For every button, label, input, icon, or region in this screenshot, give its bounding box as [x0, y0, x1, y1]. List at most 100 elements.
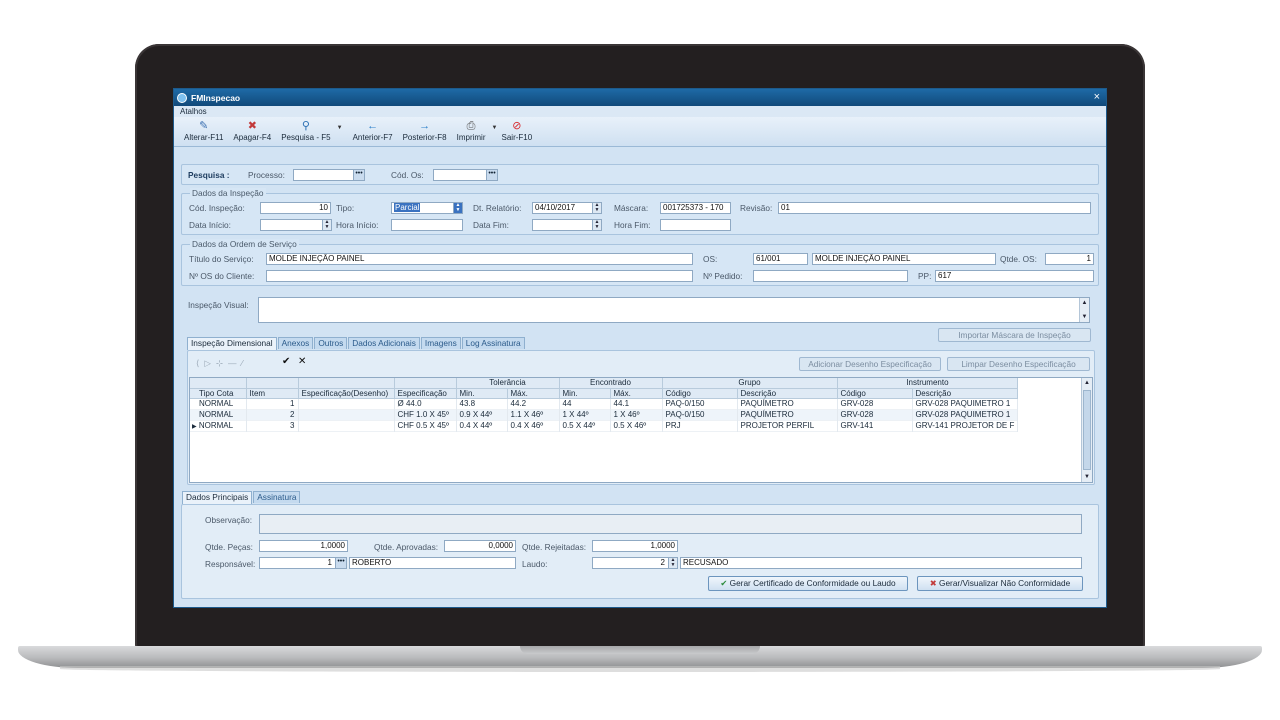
col-grupo-descricao[interactable]: Descrição: [737, 388, 838, 399]
pesquisa-button[interactable]: ⚲ Pesquisa - F5: [277, 117, 334, 142]
mascara-input[interactable]: 001725373 - 170: [660, 202, 731, 214]
os-description[interactable]: MOLDE INJEÇÃO PAINEL: [812, 253, 996, 265]
dt-relatorio-label: Dt. Relatório:: [473, 203, 522, 213]
col-inst-codigo[interactable]: Código: [837, 388, 913, 399]
scroll-down-icon[interactable]: ▼: [1082, 472, 1092, 482]
cod-os-label: Cód. Os:: [391, 170, 424, 180]
data-fim-label: Data Fim:: [473, 220, 509, 230]
responsavel-code-input[interactable]: 1 •••: [259, 557, 347, 569]
scroll-down-icon[interactable]: ▼: [1080, 312, 1089, 322]
limpar-desenho-button[interactable]: Limpar Desenho Especificação: [947, 357, 1090, 371]
qtde-pecas-input[interactable]: 1,0000: [259, 540, 348, 552]
qtde-rejeitadas-input[interactable]: 1,0000: [592, 540, 678, 552]
col-tol-max[interactable]: Máx.: [507, 388, 560, 399]
search-icon: ⚲: [301, 120, 310, 132]
spin-icon[interactable]: ▲ ▼: [453, 203, 462, 213]
col-inst-descricao[interactable]: Descrição: [912, 388, 1019, 399]
grid-group-header: Tolerância Encontrado Grupo Instrumento: [190, 378, 1019, 389]
laudo-code-input[interactable]: 2 ▲ ▼: [592, 557, 678, 569]
spin-icon[interactable]: ▲ ▼: [592, 220, 601, 230]
os-cliente-input[interactable]: [266, 270, 693, 282]
importar-mascara-button[interactable]: Importar Máscara de Inspeção: [938, 328, 1091, 342]
alterar-button[interactable]: ✎ Alterar-F11: [180, 117, 227, 142]
inspecao-visual-input[interactable]: ▲ ▼: [258, 297, 1090, 323]
tab-dados-adicionais[interactable]: Dados Adicionais: [348, 337, 420, 349]
tab-anexos[interactable]: Anexos: [277, 337, 314, 349]
pesquisa-panel: Pesquisa : Processo: ••• Cód. Os: •••: [181, 164, 1099, 185]
tab-imagens[interactable]: Imagens: [420, 337, 461, 349]
scroll-thumb[interactable]: [1083, 390, 1091, 470]
col-especificacao[interactable]: Especificação: [394, 388, 457, 399]
data-fim-input[interactable]: ▲ ▼: [532, 219, 602, 231]
certificate-icon: ✔: [720, 578, 728, 588]
hora-inicio-input[interactable]: [391, 219, 463, 231]
col-grupo-codigo[interactable]: Código: [662, 388, 738, 399]
title-bar: FMInspecao ×: [174, 89, 1106, 106]
grid-header: Tipo Cota Item Especificação(Desenho) Es…: [190, 388, 1019, 399]
edit-icon: ✎: [199, 120, 209, 132]
toolbar: ✎ Alterar-F11 ✖ Apagar-F4 ⚲ Pesquisa - F…: [174, 117, 1106, 147]
tab-inspecao-dimensional[interactable]: Inspeção Dimensional: [187, 337, 277, 350]
gerar-nao-conformidade-button[interactable]: ✖ Gerar/Visualizar Não Conformidade: [917, 576, 1083, 591]
spin-icon[interactable]: ▲ ▼: [668, 558, 677, 568]
tipo-select[interactable]: Parcial ▲ ▼: [391, 202, 463, 214]
os-input[interactable]: 61/001: [753, 253, 808, 265]
cancel-icon[interactable]: ✕: [298, 356, 306, 367]
ellipsis-icon[interactable]: •••: [335, 558, 346, 568]
ellipsis-icon[interactable]: •••: [353, 170, 364, 180]
tab-outros[interactable]: Outros: [314, 337, 348, 349]
imprimir-button[interactable]: ⎙ Imprimir: [453, 117, 490, 142]
scrollbar[interactable]: ▲ ▼: [1079, 298, 1089, 322]
spin-icon[interactable]: ▲ ▼: [592, 203, 601, 213]
dimensional-grid: Tolerância Encontrado Grupo Instrumento …: [189, 377, 1093, 483]
revisao-input[interactable]: 01: [778, 202, 1091, 214]
qtde-os-input[interactable]: 1: [1045, 253, 1094, 265]
dropdown-arrow-icon[interactable]: ▼: [337, 117, 343, 131]
grid-scrollbar[interactable]: ▲ ▼: [1081, 378, 1092, 482]
ellipsis-icon[interactable]: •••: [486, 170, 497, 180]
menu-atalhos[interactable]: Atalhos: [180, 107, 207, 116]
gerar-certificado-button[interactable]: ✔ Gerar Certificado de Conformidade ou L…: [708, 576, 908, 591]
table-row[interactable]: NORMAL 2 CHF 1.0 X 45º 0.9 X 44º 1.1 X 4…: [190, 409, 1019, 420]
responsavel-name-input[interactable]: ROBERTO: [349, 557, 516, 569]
inspection-window: FMInspecao × Atalhos ✎ Alterar-F11 ✖ Apa…: [173, 88, 1107, 608]
qtde-aprovadas-input[interactable]: 0,0000: [444, 540, 516, 552]
posterior-button[interactable]: → Posterior-F8: [399, 117, 451, 142]
scroll-up-icon[interactable]: ▲: [1082, 378, 1092, 388]
col-especificacao-desenho[interactable]: Especificação(Desenho): [298, 388, 395, 399]
col-tipo-cota[interactable]: Tipo Cota: [190, 388, 247, 399]
col-enc-max[interactable]: Máx.: [610, 388, 663, 399]
tab-dados-principais[interactable]: Dados Principais: [182, 491, 253, 504]
scroll-up-icon[interactable]: ▲: [1080, 298, 1089, 308]
confirm-icon[interactable]: ✔: [282, 356, 290, 367]
dados-principais-panel: Observação: Qtde. Peças: 1,0000 Qtde. Ap…: [181, 504, 1099, 599]
cod-os-input[interactable]: •••: [433, 169, 498, 181]
col-enc-min[interactable]: Min.: [559, 388, 611, 399]
grid-nav-icons[interactable]: ⟨▷⊹—⁄: [196, 358, 248, 369]
adicionar-desenho-button[interactable]: Adicionar Desenho Especificação: [799, 357, 941, 371]
col-tol-min[interactable]: Min.: [456, 388, 508, 399]
printer-icon: ⎙: [466, 120, 476, 132]
processo-input[interactable]: •••: [293, 169, 365, 181]
close-icon[interactable]: ×: [1094, 91, 1100, 103]
titulo-servico-input[interactable]: MOLDE INJEÇÃO PAINEL: [266, 253, 693, 265]
col-item[interactable]: Item: [246, 388, 299, 399]
hora-fim-input[interactable]: [660, 219, 731, 231]
table-row[interactable]: NORMAL 1 Ø 44.0 43.8 44.2 44 44.1 PAQ-0/…: [190, 398, 1019, 409]
pedido-input[interactable]: [753, 270, 908, 282]
table-row[interactable]: ▶ NORMAL 3 CHF 0.5 X 45º 0.4 X 44º 0.4 X…: [190, 420, 1019, 431]
laudo-value-input[interactable]: RECUSADO: [680, 557, 1082, 569]
spin-icon[interactable]: ▲ ▼: [322, 220, 331, 230]
pp-input[interactable]: 617: [935, 270, 1094, 282]
cod-inspecao-input[interactable]: 10: [260, 202, 331, 214]
observacao-input[interactable]: [259, 514, 1082, 534]
data-inicio-input[interactable]: ▲ ▼: [260, 219, 332, 231]
sair-button[interactable]: ⊘ Sair-F10: [498, 117, 537, 142]
os-legend: Dados da Ordem de Serviço: [190, 239, 299, 249]
tab-assinatura[interactable]: Assinatura: [253, 491, 301, 503]
dt-relatorio-input[interactable]: 04/10/2017 ▲ ▼: [532, 202, 602, 214]
qtde-rejeitadas-label: Qtde. Rejeitadas:: [522, 542, 587, 552]
anterior-button[interactable]: ← Anterior-F7: [349, 117, 397, 142]
tab-log-assinatura[interactable]: Log Assinatura: [461, 337, 525, 349]
apagar-button[interactable]: ✖ Apagar-F4: [229, 117, 275, 142]
